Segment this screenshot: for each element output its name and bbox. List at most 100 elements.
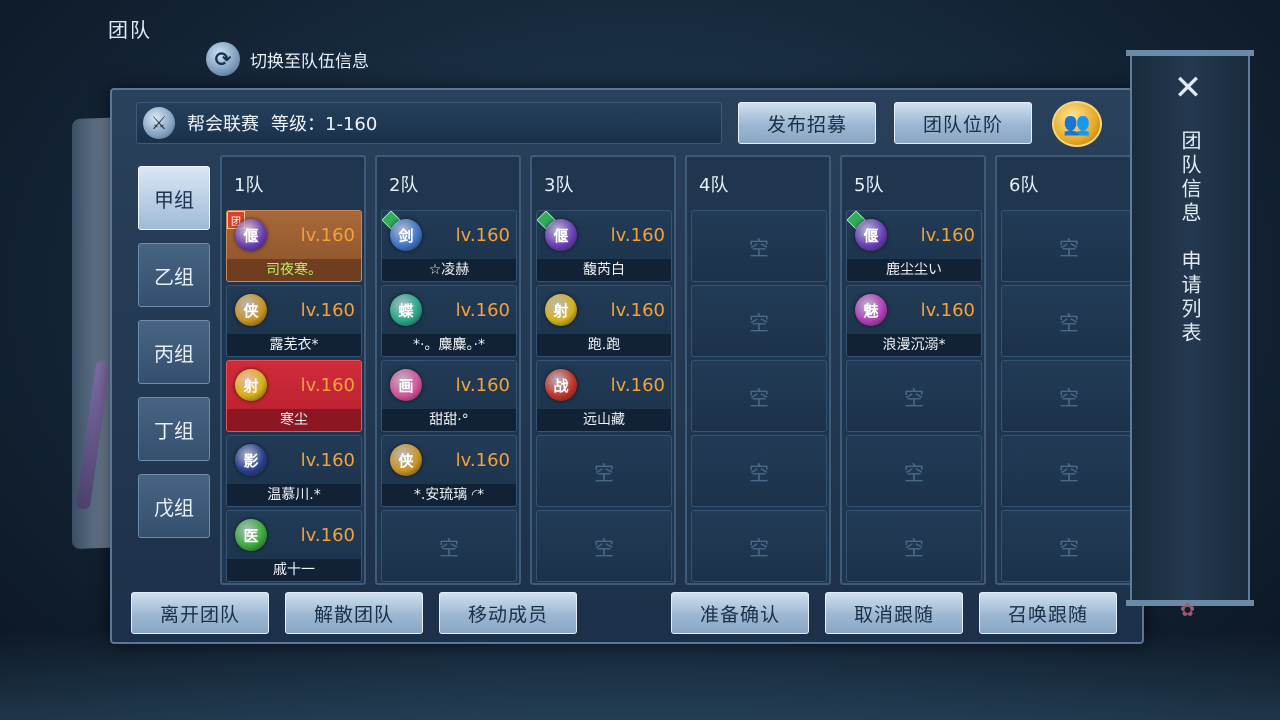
class-icon: 射 bbox=[545, 294, 577, 326]
league-icon: ⚔ bbox=[143, 107, 175, 139]
member-name: 寒尘 bbox=[227, 409, 361, 431]
member-slot[interactable]: 射 lv.160 寒尘 bbox=[226, 360, 362, 432]
member-name: 露芜衣* bbox=[227, 334, 361, 356]
member-level: lv.160 bbox=[300, 375, 355, 396]
member-slot[interactable]: 蝶 lv.160 *·。麋麋。·* bbox=[381, 285, 517, 357]
class-icon: 画 bbox=[390, 369, 422, 401]
class-icon: 魅 bbox=[855, 294, 887, 326]
member-slot[interactable]: 剑 lv.160 ☆凌赫 bbox=[381, 210, 517, 282]
empty-slot[interactable]: 空 bbox=[1001, 510, 1137, 582]
team-column: 3队偃 lv.160 馥芮白射 lv.160 跑.跑战 lv.160 远山藏空空 bbox=[530, 155, 676, 585]
close-icon[interactable]: ✕ bbox=[1170, 68, 1206, 108]
member-name: *·。麋麋。·* bbox=[382, 334, 516, 356]
publish-recruit-button[interactable]: 发布招募 bbox=[738, 102, 876, 144]
refresh-icon: ⟳ bbox=[206, 42, 240, 76]
class-icon: 影 bbox=[235, 444, 267, 476]
group-tab[interactable]: 乙组 bbox=[138, 243, 210, 307]
team-title: 1队 bbox=[234, 175, 264, 196]
summon-follow-button[interactable]: 召唤跟随 bbox=[979, 592, 1117, 634]
member-name: 远山藏 bbox=[537, 409, 671, 431]
team-title: 4队 bbox=[699, 175, 729, 196]
empty-slot[interactable]: 空 bbox=[846, 510, 982, 582]
team-title: 3队 bbox=[544, 175, 574, 196]
member-slot[interactable]: 射 lv.160 跑.跑 bbox=[536, 285, 672, 357]
team-title: 5队 bbox=[854, 175, 884, 196]
class-icon: 蝶 bbox=[390, 294, 422, 326]
empty-slot[interactable]: 空 bbox=[1001, 285, 1137, 357]
class-icon: 战 bbox=[545, 369, 577, 401]
member-level: lv.160 bbox=[610, 300, 665, 321]
switch-label: 切换至队伍信息 bbox=[250, 51, 369, 72]
member-slot[interactable]: 偃 lv.160 馥芮白 bbox=[536, 210, 672, 282]
empty-slot[interactable]: 空 bbox=[1001, 360, 1137, 432]
member-level: lv.160 bbox=[455, 225, 510, 246]
team-column: 2队剑 lv.160 ☆凌赫蝶 lv.160 *·。麋麋。·* 画 lv.160 甜甜·° 侠 l… bbox=[375, 155, 521, 585]
member-level: lv.160 bbox=[300, 300, 355, 321]
empty-slot[interactable]: 空 bbox=[691, 510, 827, 582]
league-name: 帮会联赛 bbox=[187, 114, 259, 135]
member-slot[interactable]: 侠 lv.160 露芜衣* bbox=[226, 285, 362, 357]
member-slot[interactable]: 战 lv.160 远山藏 bbox=[536, 360, 672, 432]
empty-slot[interactable]: 空 bbox=[536, 510, 672, 582]
group-tabs: 甲组乙组丙组丁组戊组 bbox=[138, 166, 210, 551]
move-member-button[interactable]: 移动成员 bbox=[439, 592, 577, 634]
member-slot[interactable]: 画 lv.160 甜甜·° bbox=[381, 360, 517, 432]
member-slot[interactable]: 团偃 lv.160 司夜寒。 bbox=[226, 210, 362, 282]
member-level: lv.160 bbox=[300, 450, 355, 471]
side-tab-apply-list[interactable]: 申请列表 bbox=[1172, 250, 1202, 346]
team-column: 5队偃 lv.160 鹿尘尘い魅 lv.160 浪漫沉溺* 空空空 bbox=[840, 155, 986, 585]
member-level: lv.160 bbox=[920, 300, 975, 321]
member-slot[interactable]: 医 lv.160 戚十一 bbox=[226, 510, 362, 582]
member-name: 司夜寒。 bbox=[227, 259, 361, 281]
member-name: 浪漫沉溺* bbox=[847, 334, 981, 356]
cancel-follow-button[interactable]: 取消跟随 bbox=[825, 592, 963, 634]
group-tab[interactable]: 丁组 bbox=[138, 397, 210, 461]
empty-slot[interactable]: 空 bbox=[846, 360, 982, 432]
member-slot[interactable]: 侠 lv.160 *.安琉璃 ◜* bbox=[381, 435, 517, 507]
disband-team-button[interactable]: 解散团队 bbox=[285, 592, 423, 634]
empty-slot[interactable]: 空 bbox=[691, 360, 827, 432]
member-name: 温慕川.* bbox=[227, 484, 361, 506]
empty-slot[interactable]: 空 bbox=[536, 435, 672, 507]
member-slot[interactable]: 魅 lv.160 浪漫沉溺* bbox=[846, 285, 982, 357]
member-level: lv.160 bbox=[610, 375, 665, 396]
leave-team-button[interactable]: 离开团队 bbox=[131, 592, 269, 634]
member-level: lv.160 bbox=[455, 450, 510, 471]
empty-slot[interactable]: 空 bbox=[381, 510, 517, 582]
group-tab[interactable]: 甲组 bbox=[138, 166, 210, 230]
empty-slot[interactable]: 空 bbox=[1001, 435, 1137, 507]
group-tab[interactable]: 戊组 bbox=[138, 474, 210, 538]
empty-slot[interactable]: 空 bbox=[691, 210, 827, 282]
group-tab[interactable]: 丙组 bbox=[138, 320, 210, 384]
class-icon: 偃 bbox=[235, 219, 267, 251]
class-icon: 侠 bbox=[390, 444, 422, 476]
tassel-ornament: ✿ bbox=[1180, 600, 1196, 621]
team-title: 2队 bbox=[389, 175, 419, 196]
member-level: lv.160 bbox=[920, 225, 975, 246]
member-name: *.安琉璃 ◜* bbox=[382, 484, 516, 506]
side-tab-team-info[interactable]: 团队信息 bbox=[1172, 130, 1202, 226]
teams-grid: 1队团偃 lv.160 司夜寒。侠 lv.160 露芜衣* 射 lv.160 寒尘影 lv.16… bbox=[220, 155, 1141, 585]
member-slot[interactable]: 偃 lv.160 鹿尘尘い bbox=[846, 210, 982, 282]
class-icon: 剑 bbox=[390, 219, 422, 251]
ready-check-button[interactable]: 准备确认 bbox=[671, 592, 809, 634]
switch-to-team-info-button[interactable]: ⟳ 切换至队伍信息 bbox=[206, 42, 369, 76]
team-column: 6队空空空空空 bbox=[995, 155, 1141, 585]
member-name: 鹿尘尘い bbox=[847, 259, 981, 281]
level-range: 等级：1-160 bbox=[271, 114, 378, 135]
member-name: 戚十一 bbox=[227, 559, 361, 581]
team-title: 6队 bbox=[1009, 175, 1039, 196]
empty-slot[interactable]: 空 bbox=[846, 435, 982, 507]
class-icon: 射 bbox=[235, 369, 267, 401]
empty-slot[interactable]: 空 bbox=[691, 285, 827, 357]
member-slot[interactable]: 影 lv.160 温慕川.* bbox=[226, 435, 362, 507]
empty-slot[interactable]: 空 bbox=[691, 435, 827, 507]
team-column: 4队空空空空空 bbox=[685, 155, 831, 585]
team-rank-button[interactable]: 团队位阶 bbox=[894, 102, 1032, 144]
member-level: lv.160 bbox=[300, 525, 355, 546]
empty-slot[interactable]: 空 bbox=[1001, 210, 1137, 282]
page-title: 团队 bbox=[108, 18, 152, 42]
add-member-icon[interactable]: 👥 bbox=[1052, 101, 1102, 147]
class-icon: 偃 bbox=[545, 219, 577, 251]
class-icon: 侠 bbox=[235, 294, 267, 326]
